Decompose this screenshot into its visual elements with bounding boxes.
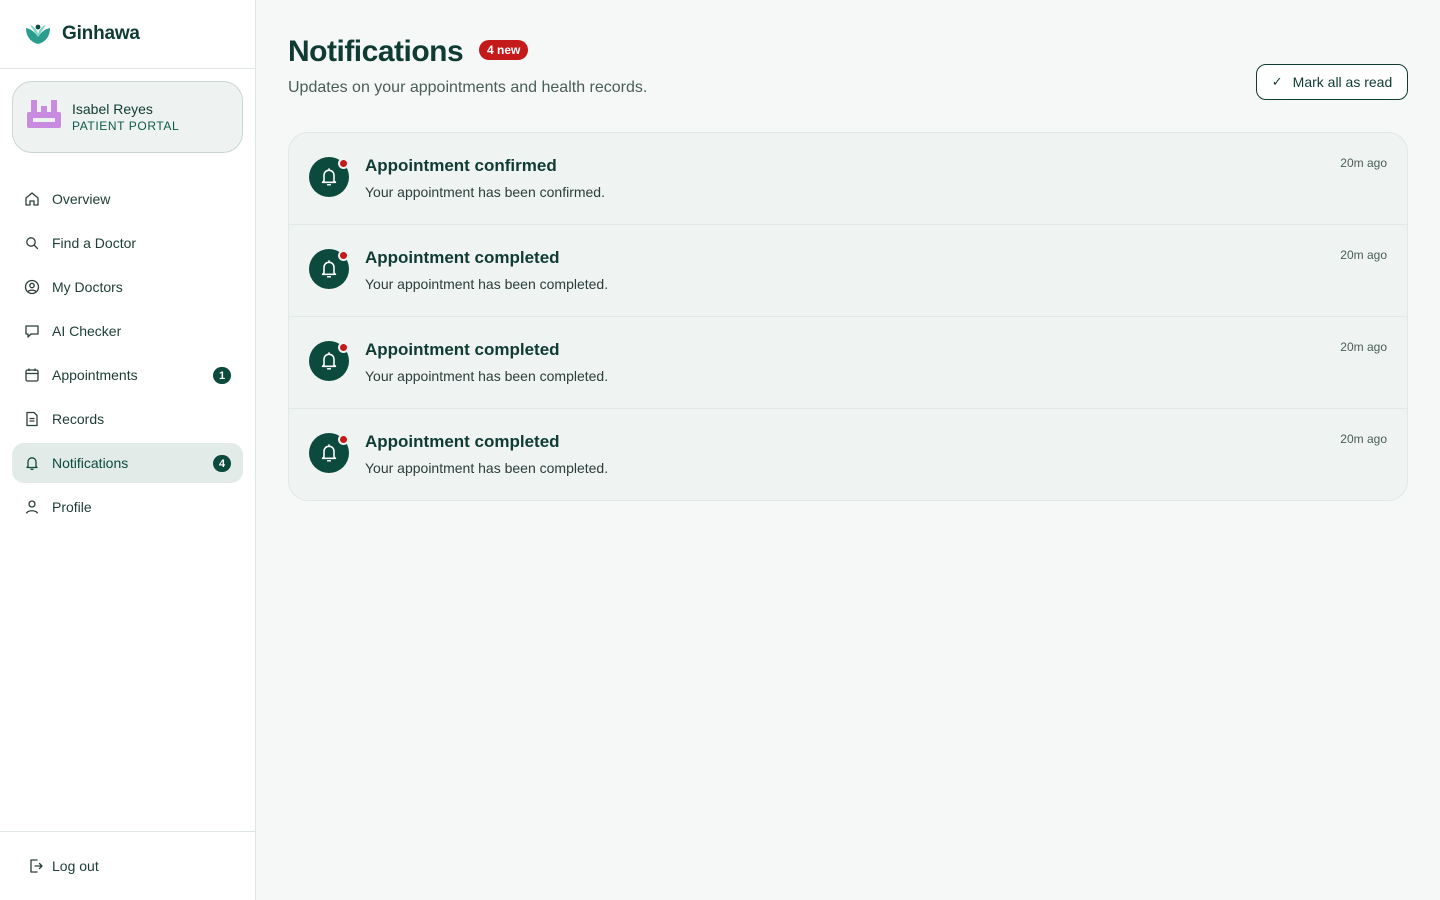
logout-label: Log out [52, 858, 99, 874]
appointments-count-badge: 1 [213, 367, 231, 384]
notification-title: Appointment completed [365, 340, 560, 359]
notification-body: Your appointment has been completed. [365, 368, 609, 384]
mark-all-read-label: Mark all as read [1292, 74, 1393, 90]
page-title: Notifications [288, 35, 464, 68]
notification-time: 20m ago [1340, 432, 1387, 446]
sidebar-item-find-a-doctor[interactable]: Find a Doctor [12, 223, 243, 263]
notification-time: 20m ago [1340, 248, 1387, 262]
brand[interactable]: Ginhawa [0, 0, 255, 69]
notification-time: 20m ago [1340, 340, 1387, 354]
notification-item[interactable]: Appointment completed Your appointment h… [289, 225, 1407, 317]
sidebar-item-ai-checker[interactable]: AI Checker [12, 311, 243, 351]
unread-dot [338, 434, 349, 445]
new-count-badge: 4 new [479, 40, 529, 60]
user-card[interactable]: Isabel Reyes PATIENT PORTAL [12, 81, 243, 153]
sidebar-item-label: My Doctors [52, 279, 123, 295]
sidebar-item-records[interactable]: Records [12, 399, 243, 439]
sidebar-item-notifications[interactable]: Notifications 4 [12, 443, 243, 483]
sidebar-item-overview[interactable]: Overview [12, 179, 243, 219]
notification-body: Your appointment has been confirmed. [365, 184, 605, 200]
user-info: Isabel Reyes PATIENT PORTAL [72, 101, 179, 134]
sidebar-item-label: Profile [52, 499, 92, 515]
user-name: Isabel Reyes [72, 100, 153, 117]
notification-item[interactable]: Appointment confirmed Your appointment h… [289, 133, 1407, 225]
sidebar-item-label: AI Checker [52, 323, 122, 339]
person-icon [25, 500, 39, 514]
notification-title: Appointment completed [365, 248, 560, 267]
sidebar-item-label: Overview [52, 191, 111, 207]
logout-icon [30, 859, 43, 873]
notification-body: Your appointment has been completed. [365, 460, 609, 476]
sidebar-item-my-doctors[interactable]: My Doctors [12, 267, 243, 307]
notification-body: Your appointment has been completed. [365, 276, 609, 292]
notifications-count-badge: 4 [213, 455, 231, 472]
brand-name: Ginhawa [62, 23, 140, 44]
user-circle-icon [24, 279, 40, 295]
user-avatar-icon [27, 100, 61, 128]
home-icon [25, 192, 39, 206]
sidebar-item-label: Records [52, 411, 105, 427]
notification-title: Appointment confirmed [365, 156, 557, 175]
sidebar-nav: Overview Find a Doctor My Doctors AI Che… [12, 179, 243, 531]
unread-dot [338, 158, 349, 169]
bell-icon [26, 457, 38, 470]
notification-item[interactable]: Appointment completed Your appointment h… [289, 409, 1407, 500]
sidebar: Ginhawa Isabel Reyes PATIENT PORTAL Over… [0, 0, 256, 900]
document-icon [26, 411, 38, 427]
sidebar-item-label: Find a Doctor [52, 235, 137, 251]
sidebar-item-label: Notifications [52, 455, 129, 471]
notification-time: 20m ago [1340, 156, 1387, 170]
calendar-icon [25, 368, 39, 382]
sidebar-item-profile[interactable]: Profile [12, 487, 243, 527]
ginhawa-logo-icon [26, 24, 50, 44]
notification-item[interactable]: Appointment completed Your appointment h… [289, 317, 1407, 409]
logout-button[interactable]: Log out [12, 846, 243, 886]
page-subtitle: Updates on your appointments and health … [288, 79, 648, 96]
notifications-list: Appointment confirmed Your appointment h… [288, 132, 1408, 501]
sidebar-footer: Log out [0, 831, 255, 900]
chat-icon [25, 325, 39, 338]
search-icon [26, 237, 39, 250]
mark-all-read-button[interactable]: ✓ Mark all as read [1256, 64, 1408, 100]
notification-title: Appointment completed [365, 432, 560, 451]
sidebar-item-label: Appointments [52, 367, 138, 383]
sidebar-item-appointments[interactable]: Appointments 1 [12, 355, 243, 395]
unread-dot [338, 250, 349, 261]
unread-dot [338, 342, 349, 353]
check-icon: ✓ [1271, 74, 1283, 89]
user-role: PATIENT PORTAL [72, 118, 180, 133]
